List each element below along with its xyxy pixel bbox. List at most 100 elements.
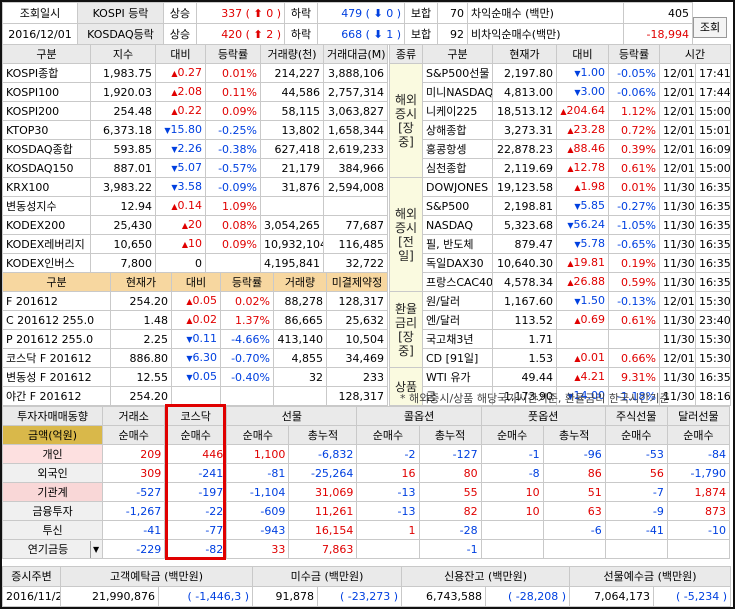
overseas-row[interactable]: 해외증시 [전일] DOWJONES 19,123.58 ▲1.98 0.01% 11/3… [389,177,731,292]
overseas-row[interactable]: 홍콩항셍 22,878.23 ▲88.46 0.39% 12/01 16:09 [390,139,731,159]
investor-value: -10 [666,520,731,540]
overseas-row[interactable]: 필, 반도체 879.47 ▼5.78 -0.65% 11/30 16:35 [390,234,731,254]
domestic-row[interactable]: KODEX200 25,430 ▲20 0.08% 3,054,265 77,687 [2,215,388,235]
domestic-header: 구분 [2,44,91,64]
overseas-row[interactable]: 미니NASDAQ 4,813.00 ▼3.00 -0.06% 12/01 17:44 [390,82,731,102]
overseas-row[interactable]: 국고채3년 1.71 11/30 15:30 [390,329,731,349]
kosdaq-down: 668 ( ⬇ 1 ) [317,23,405,45]
flat-label: 보합 [404,2,438,24]
investor-value: -53 [604,444,668,464]
investor-value: -1 [418,539,482,559]
domestic-row[interactable]: KODEX레버리지 10,650 ▲10 0.09% 10,932,104 116,485 [2,234,388,254]
investor-row[interactable]: 금융투자 -1,267 -22 -609 11,261 -13 82 10 63 -9 873 [1,501,731,521]
overseas-row[interactable]: 상해종합 3,273.31 ▲23.28 0.72% 12/01 15:01 [390,120,731,140]
investor-value: 10 [480,501,544,521]
overseas-header: 구분 [422,44,493,64]
overseas-date: 12/01 [659,101,696,121]
investor-row[interactable]: 투신 -41 -77 -943 16,154 1 -28 -6 -41 -10 [1,520,731,540]
overseas-date: 11/30 [659,196,696,216]
investor-row[interactable]: 연기금등 ▼ -229 -82 33 7,863 -1 [1,539,731,559]
overseas-change: ▼1.00 [556,63,609,83]
investor-value: -82 [164,539,228,559]
investor-value: -28 [418,520,482,540]
domestic-row[interactable]: KTOP30 6,373.18 ▼15.80 -0.25% 13,802 1,658,34… [2,120,388,140]
futures-change: ▲0.02 [171,310,221,330]
domestic-row[interactable]: 변동성지수 12.94 ▲0.14 1.09% [2,196,388,216]
futures-volume: 32 [273,367,327,387]
overseas-header: 대비 [556,44,609,64]
futures-header: 대비 [171,272,221,292]
overseas-row[interactable]: CD [91일] 1.53 ▲0.01 0.66% 12/01 15:30 [390,348,731,368]
top-summary-bar: 조회일시 KOSPI 등락 상승 337 ( ⬆ 0 ) 하락 479 ( ⬇ … [2,2,693,45]
futures-change: ▲0.05 [171,291,221,311]
futures-options-table: 구분 현재가 대비 등락률 거래량 미결제약정 F 201612 254.20 ▲0.05 0.… [2,272,388,406]
overseas-row[interactable]: 독일DAX30 10,640.30 ▲19.81 0.19% 11/30 16:35 [390,253,731,273]
futures-row[interactable]: F 201612 254.20 ▲0.05 0.02% 88,278 128,317 [2,291,388,311]
dropdown-arrow-icon[interactable]: ▼ [89,540,99,558]
domestic-row[interactable]: KOSPI200 254.48 ▲0.22 0.09% 58,115 3,063,827 [2,101,388,121]
overseas-row[interactable]: 심천종합 2,119.69 ▲12.78 0.61% 12/01 15:00 [390,158,731,178]
overseas-header: 현재가 [492,44,557,64]
investor-value: -77 [164,520,228,540]
index-amount: 3,063,827 [323,101,388,121]
index-rate: 0.11% [205,82,261,102]
investor-value: -8 [480,463,544,483]
investor-row[interactable]: 기관계 -527 -197 -1,104 31,069 -13 55 10 51 -7 1,874 [1,482,731,502]
domestic-row[interactable]: KOSPI100 1,920.03 ▲2.08 0.11% 44,586 2,757,31… [2,82,388,102]
overseas-change: ▼5.85 [556,196,609,216]
futures-open-interest: 128,317 [326,386,388,406]
index-rate: -0.38% [205,139,261,159]
overseas-time: 15:01 [695,120,731,140]
overseas-name: DOWJONES [422,177,493,197]
overseas-name: 원/달러 [422,291,493,311]
domestic-index-table: 구분 지수 대비 등락률 거래량(천) 거래대금(M) KOSPI종합 1,983.75 ▲0… [2,44,388,273]
date-label: 조회일시 [2,2,78,24]
futures-row[interactable]: P 201612 255.0 2.25 ▼0.11 -4.66% 413,140 10,5… [2,329,388,349]
index-rate: -0.25% [205,120,261,140]
investor-value [666,539,731,559]
index-volume: 13,802 [260,120,324,140]
index-value: 1,920.03 [90,82,156,102]
overseas-row[interactable]: NASDAQ 5,323.68 ▼56.24 -1.05% 11/30 16:35 [390,215,731,235]
domestic-row[interactable]: KOSDAQ150 887.01 ▼5.07 -0.57% 21,179 384,966 [2,158,388,178]
investor-group-header: 코스닥 [164,406,228,426]
futures-row[interactable]: 변동성 F 201612 12.55 ▼0.05 -0.40% 32 233 [2,367,388,387]
index-change: ▼5.07 [155,158,206,178]
investor-value: -2 [356,444,420,464]
overseas-row[interactable]: 엔/달러 113.52 ▲0.69 0.61% 11/30 23:40 [390,310,731,330]
index-value: 887.01 [90,158,156,178]
futures-rate: -0.70% [220,348,274,368]
domestic-row[interactable]: KOSDAQ종합 593.85 ▼2.26 -0.38% 627,418 2,619,23… [2,139,388,159]
domestic-row[interactable]: KOSPI종합 1,983.75 ▲0.27 0.01% 214,227 3,888,10… [2,63,388,83]
domestic-row[interactable]: KRX100 3,983.22 ▼3.58 -0.09% 31,876 2,594,008 [2,177,388,197]
index-name: KODEX레버리지 [2,234,91,254]
overseas-rate: -0.65% [608,234,660,254]
overseas-time: 16:35 [695,234,731,254]
index-amount: 384,966 [323,158,388,178]
overseas-date: 12/01 [659,158,696,178]
overseas-row[interactable]: S&P500 2,198.81 ▼5.85 -0.27% 11/30 16:35 [390,196,731,216]
futures-open-interest: 10,504 [326,329,388,349]
domestic-header: 거래대금(M) [323,44,388,64]
investor-row[interactable]: 외국인 309 -241 -81 -25,264 16 80 -8 86 56 -1,790 [1,463,731,483]
overseas-row[interactable]: 프랑스CAC40 4,578.34 ▲26.88 0.59% 11/30 16:35 [390,272,731,292]
investor-name[interactable]: 연기금등 ▼ [1,539,104,559]
investor-value: -229 [102,539,166,559]
kospi-label: KOSPI 등락 [77,2,164,24]
search-button[interactable]: 조회 [693,17,727,38]
domestic-row[interactable]: KODEX인버스 7,800 0 4,195,841 32,722 [2,253,388,273]
futures-row[interactable]: 코스닥 F 201612 886.80 ▼6.30 -0.70% 4,855 34,469 [2,348,388,368]
futures-rate [220,386,274,406]
futures-row[interactable]: 야간 F 201612 254.20 128,317 [2,386,388,406]
overseas-row[interactable]: 해외증시 [장중] S&P500선물 2,197.80 ▼1.00 -0.05% 12/0… [389,63,731,178]
overseas-row[interactable]: 환율 금리 [장중] 원/달러 1,167.60 ▼1.50 -0.13% 12/01 15… [389,291,731,368]
overseas-row[interactable]: 니케이225 18,513.12 ▲204.64 1.12% 12/01 15:00 [390,101,731,121]
date-value: 2016/12/01 [2,23,78,45]
overseas-row[interactable]: 상품 WTI 유가 49.44 ▲4.21 9.31% 11/30 16:35 [389,367,731,406]
kospi-flat: 70 [437,2,468,24]
investor-row[interactable]: 개인 209 446 1,100 -6,832 -2 -127 -1 -96 -53 -84 [1,444,731,464]
futures-row[interactable]: C 201612 255.0 1.48 ▲0.02 1.37% 86,665 25,632 [2,310,388,330]
investor-value [542,539,606,559]
investor-group-header: 풋옵션 [480,406,606,426]
investor-value: -7 [604,482,668,502]
